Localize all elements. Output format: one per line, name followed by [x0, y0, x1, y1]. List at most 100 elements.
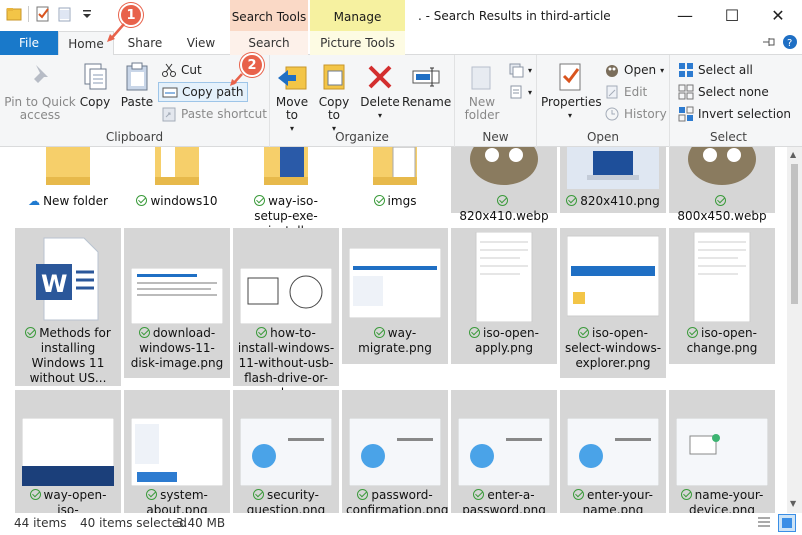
- file-item[interactable]: 800x450.webp: [669, 147, 775, 223]
- file-item[interactable]: iso-open-apply.png: [451, 228, 557, 364]
- tab-view[interactable]: View: [176, 31, 226, 55]
- file-item[interactable]: iso-open-change.png: [669, 228, 775, 364]
- customize-qat-icon[interactable]: [79, 6, 95, 22]
- file-name: how-to-install-windows-11-without-usb-fl…: [237, 326, 335, 400]
- file-item[interactable]: how-to-install-windows-11-without-usb-fl…: [233, 228, 339, 400]
- sync-check-icon: [254, 195, 266, 206]
- move-to-button[interactable]: Move to ▾: [272, 61, 312, 135]
- open-group: Properties ▾ Open ▾ Edit History Open: [537, 55, 670, 147]
- new-item-button[interactable]: ▾: [505, 60, 535, 80]
- file-item[interactable]: system-about.png: [124, 390, 230, 513]
- cloud-icon: ☁: [28, 194, 41, 208]
- tab-search[interactable]: Search: [230, 31, 308, 55]
- new-folder-icon[interactable]: [57, 6, 73, 22]
- scroll-down-icon[interactable]: ▼: [790, 499, 796, 508]
- minimize-button[interactable]: —: [662, 2, 708, 29]
- close-button[interactable]: ✕: [755, 2, 801, 29]
- file-item[interactable]: way-iso-setup-exe-install: [233, 147, 339, 238]
- explorer-icon[interactable]: [6, 6, 22, 22]
- copy-label: Copy: [79, 95, 111, 109]
- file-item[interactable]: security-question.png: [233, 390, 339, 513]
- copy-to-button[interactable]: Copy to ▾: [314, 61, 354, 135]
- sync-check-icon: [256, 327, 268, 338]
- invert-selection-button[interactable]: Invert selection: [675, 104, 794, 124]
- file-item[interactable]: 820x410.webp: [451, 147, 557, 223]
- diagram-thumbnail: [240, 268, 332, 324]
- new-item-dropdown-icon: ▾: [528, 65, 533, 75]
- delete-label: Delete: [360, 95, 400, 109]
- help-icon[interactable]: ?: [782, 34, 798, 53]
- open-group-label: Open: [586, 130, 620, 144]
- file-item[interactable]: W Methods for installing Windows 11 with…: [15, 228, 121, 386]
- tab-file[interactable]: File: [0, 31, 58, 55]
- history-button[interactable]: History: [601, 104, 670, 124]
- delete-button[interactable]: Delete ▾: [360, 61, 400, 122]
- easy-access-dropdown-icon: ▾: [528, 87, 533, 97]
- details-view-icon[interactable]: [756, 515, 772, 534]
- easy-access-button[interactable]: ▾: [505, 82, 535, 102]
- new-group-label: New: [482, 130, 509, 144]
- edit-button[interactable]: Edit: [601, 82, 650, 102]
- rename-icon: [412, 67, 440, 87]
- manage-context-header: Manage: [310, 0, 405, 31]
- clipboard-group-label: Clipboard: [105, 130, 164, 144]
- sync-check-icon: [566, 195, 578, 206]
- sync-check-icon: [252, 489, 264, 500]
- file-item[interactable]: password-confirmation.png: [342, 390, 449, 513]
- file-item[interactable]: windows10: [124, 147, 230, 217]
- tab-picture-tools[interactable]: Picture Tools: [310, 31, 405, 55]
- dialog-thumbnail: [475, 232, 533, 322]
- screenshot-thumbnail: [349, 248, 441, 318]
- paste-button[interactable]: Paste: [117, 61, 157, 109]
- file-item[interactable]: download-windows-11-disk-image.png: [124, 228, 230, 378]
- scissors-icon: [162, 63, 176, 77]
- rename-button[interactable]: Rename: [402, 61, 451, 109]
- scroll-up-icon[interactable]: ▲: [790, 150, 796, 159]
- file-item[interactable]: 820x410.png: [560, 147, 666, 213]
- file-item[interactable]: iso-open-select-windows-explorer.png: [560, 228, 666, 378]
- sync-check-icon: [357, 489, 369, 500]
- history-icon: [605, 107, 619, 121]
- new-item-icon: [509, 63, 524, 78]
- open-button[interactable]: Open ▾: [601, 60, 667, 80]
- file-list[interactable]: ☁ New folder windows10 way-iso-setup-exe-…: [0, 147, 787, 513]
- properties-label: Properties: [541, 95, 602, 109]
- edit-icon: [606, 85, 618, 99]
- sync-check-icon: [573, 489, 585, 500]
- maximize-button[interactable]: ☐: [709, 2, 755, 29]
- ribbon-home: Pin to Quick access Copy Paste Cut Copy …: [0, 55, 802, 147]
- file-item[interactable]: name-your-device.png: [669, 390, 775, 513]
- file-item[interactable]: enter-a-password.png: [451, 390, 557, 513]
- file-item[interactable]: ☁ New folder: [15, 147, 121, 217]
- file-name: Methods for installing Windows 11 withou…: [29, 326, 111, 385]
- invert-selection-icon: [678, 106, 694, 122]
- setup-thumbnail: [349, 418, 441, 486]
- copy-to-label: Copy to: [318, 95, 350, 122]
- new-folder-label: New folder: [464, 95, 500, 122]
- cut-button[interactable]: Cut: [158, 60, 205, 80]
- file-name: iso-open-apply.png: [475, 326, 539, 355]
- file-item[interactable]: way-open-iso-properties.png: [15, 390, 121, 513]
- new-folder-ribbon-icon: [471, 66, 491, 90]
- file-item[interactable]: imgs: [342, 147, 448, 217]
- select-none-button[interactable]: Select none: [675, 82, 772, 102]
- pin-ribbon-icon[interactable]: [762, 35, 776, 52]
- clipboard-group: Pin to Quick access Copy Paste Cut Copy …: [0, 55, 270, 147]
- large-icons-view-icon[interactable]: [778, 514, 796, 535]
- properties-button[interactable]: Properties ▾: [541, 61, 602, 122]
- file-item[interactable]: enter-your-name.png: [560, 390, 666, 513]
- sync-check-icon: [687, 327, 698, 338]
- file-item[interactable]: way-migrate.png: [342, 228, 448, 364]
- pin-to-quick-access-button[interactable]: Pin to Quick access: [4, 61, 76, 122]
- properties-icon[interactable]: [35, 6, 51, 22]
- item-count: 44 items: [14, 516, 67, 530]
- paste-shortcut-button[interactable]: Paste shortcut: [158, 104, 270, 124]
- copy-button[interactable]: Copy: [76, 61, 114, 109]
- new-folder-button[interactable]: New folder: [459, 61, 505, 122]
- properties-ribbon-icon: [559, 63, 581, 91]
- sync-check-icon: [497, 195, 508, 206]
- delete-x-icon: [368, 65, 392, 89]
- vertical-scrollbar[interactable]: ▲ ▼: [787, 147, 802, 513]
- select-all-button[interactable]: Select all: [675, 60, 756, 80]
- scroll-thumb[interactable]: [791, 164, 798, 304]
